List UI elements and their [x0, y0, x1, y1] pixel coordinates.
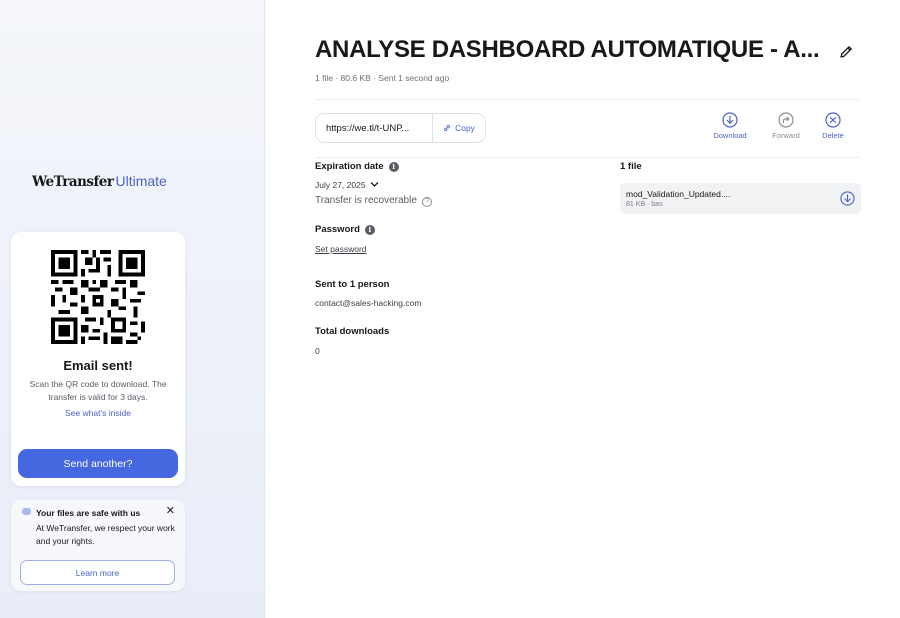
- forward-action[interactable]: Forward: [766, 112, 806, 140]
- link-icon: [444, 124, 451, 132]
- see-whats-inside-link[interactable]: See what's inside: [11, 408, 185, 418]
- card-title: Email sent!: [63, 358, 133, 373]
- copy-label: Copy: [455, 123, 475, 133]
- wetransfer-logo[interactable]: WeTransfer Ultimate: [32, 173, 167, 190]
- delete-action[interactable]: Delete: [816, 112, 850, 140]
- download-action[interactable]: Download: [710, 112, 750, 140]
- plan-tier: Ultimate: [115, 173, 167, 189]
- notice-text: At WeTransfer, we respect your work and …: [36, 523, 175, 546]
- delete-label: Delete: [822, 131, 844, 140]
- transfer-link-box: https://we.tl/t-UNP... Copy: [315, 113, 486, 143]
- notice-title: Your files are safe with us: [36, 508, 141, 518]
- send-another-button[interactable]: Send another?: [18, 449, 178, 478]
- brand-name: WeTransfer: [32, 174, 114, 190]
- transfer-title: ANALYSE DASHBOARD AUTOMATIQUE - A...: [315, 36, 820, 63]
- close-icon[interactable]: ✕: [166, 505, 175, 517]
- delete-icon: [825, 112, 841, 128]
- forward-label: Forward: [772, 131, 800, 140]
- files-count-label: 1 file: [620, 161, 642, 172]
- chevron-down-icon: [370, 182, 379, 187]
- expiration-date-select[interactable]: July 27, 2025: [315, 180, 379, 190]
- card-description: Scan the QR code to download. The transf…: [29, 379, 167, 402]
- file-name: mod_Validation_Updated....: [626, 189, 731, 199]
- recoverable-status: Transfer is recoverable?: [315, 195, 432, 207]
- pencil-icon[interactable]: [838, 44, 854, 60]
- download-icon: [722, 112, 738, 128]
- file-meta: 81 KB · bas: [626, 201, 663, 208]
- transfer-link-url[interactable]: https://we.tl/t-UNP...: [316, 123, 432, 134]
- files-safe-notice: Your files are safe with us ✕ At WeTrans…: [11, 500, 185, 591]
- copy-link-button[interactable]: Copy: [432, 114, 485, 142]
- transfer-details: ANALYSE DASHBOARD AUTOMATIQUE - A... 1 f…: [265, 0, 900, 618]
- download-label: Download: [713, 131, 747, 140]
- divider: [315, 99, 860, 100]
- qr-code-icon: [51, 250, 145, 344]
- recipient-email: contact@sales-hacking.com: [315, 298, 422, 308]
- info-icon[interactable]: i: [364, 225, 375, 235]
- transfer-meta: 1 file · 80.6 KB · Sent 1 second ago: [315, 73, 450, 83]
- learn-more-button[interactable]: Learn more: [20, 560, 175, 585]
- email-sent-card: Email sent! Scan the QR code to download…: [11, 232, 185, 486]
- file-item[interactable]: mod_Validation_Updated.... 81 KB · bas: [620, 183, 861, 214]
- password-label: Password: [315, 224, 360, 235]
- forward-icon: [778, 112, 794, 128]
- recipients-label: Sent to 1 person: [315, 279, 390, 290]
- set-password-link[interactable]: Set password: [315, 244, 367, 254]
- downloads-count: 0: [315, 346, 320, 356]
- recoverable-text: Transfer is recoverable: [315, 195, 417, 206]
- sidebar: WeTransfer Ultimate Email sent! Scan the…: [0, 0, 265, 618]
- help-icon[interactable]: ?: [421, 197, 432, 207]
- expiration-label: Expiration date: [315, 161, 384, 172]
- download-icon[interactable]: [840, 191, 855, 206]
- expiration-heading: Expiration date i: [315, 161, 399, 172]
- heart-icon: [22, 508, 31, 515]
- password-heading: Password i: [315, 224, 375, 235]
- info-icon[interactable]: i: [388, 162, 399, 172]
- expiration-date: July 27, 2025: [315, 180, 366, 190]
- downloads-label: Total downloads: [315, 326, 390, 337]
- divider: [315, 157, 860, 158]
